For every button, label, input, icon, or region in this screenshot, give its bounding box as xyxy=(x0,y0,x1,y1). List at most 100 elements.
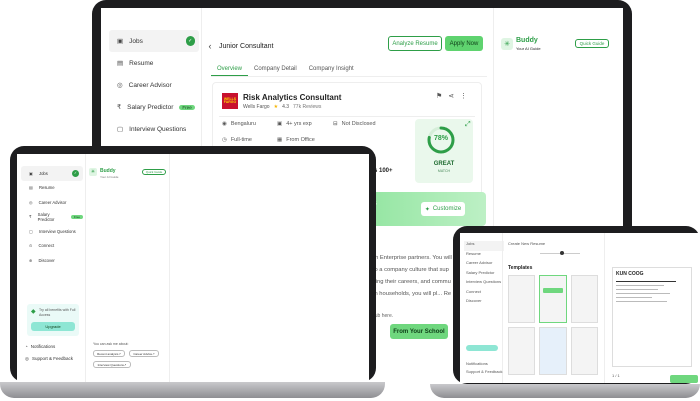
job-card-divider xyxy=(219,116,475,117)
company-logo: WELLS FARGO xyxy=(222,93,238,109)
left-sidebar-item-jobs[interactable]: ▣ Jobs ✓ xyxy=(21,166,83,181)
template-card[interactable] xyxy=(508,275,536,323)
left-quick-guide-button[interactable]: Quick Guide xyxy=(142,169,166,175)
sparkle-icon: ✦ xyxy=(424,206,430,213)
document-icon: ▤ xyxy=(117,60,124,67)
left-sidebar-item-connect[interactable]: ⊙ Connect xyxy=(21,239,83,254)
resume-lines xyxy=(616,281,676,305)
back-header: ‹ Junior Consultant xyxy=(205,36,485,56)
sidebar-item-label: Jobs xyxy=(38,170,48,176)
briefcase-icon: ▣ xyxy=(29,170,33,176)
sidebar-item-label: Interview Questions xyxy=(38,228,76,234)
right-sidebar-item[interactable]: Career Advisor xyxy=(464,260,504,270)
left-buddy-avatar-icon: ✳ xyxy=(89,168,97,176)
compass-icon: ◎ xyxy=(117,82,123,89)
back-arrow-icon[interactable]: ‹ xyxy=(205,41,215,51)
suggestion-recent-analysis[interactable]: Recent analysis ↗ xyxy=(93,350,125,357)
left-sidebar-item-career-advisor[interactable]: ◎ Career Advisor xyxy=(21,195,83,210)
back-sidebar-item-resume[interactable]: ▤ Resume xyxy=(109,52,199,74)
right-laptop-screen: Jobs Resume Career Advisor Salary Predictor… xyxy=(460,233,700,383)
tab-overview[interactable]: Overview xyxy=(211,62,249,76)
company-name: Wells Fargo xyxy=(243,104,270,110)
company-rating-row: Wells Fargo ★ 4.3 77k Reviews xyxy=(243,104,321,110)
back-sidebar-item-jobs[interactable]: ▣ Jobs ✓ xyxy=(109,30,199,52)
left-support[interactable]: ◎ Support & Feedback xyxy=(25,356,73,362)
templates-heading: Templates xyxy=(508,265,533,271)
share-icon[interactable]: ⋖ xyxy=(448,92,454,100)
briefcase-icon: ▣ xyxy=(117,38,124,45)
ask-text: You can ask me about: xyxy=(93,342,129,346)
back-sidebar-item-salary-predictor[interactable]: ₹ Salary Predictor Free xyxy=(109,96,199,118)
more-icon[interactable]: ⋮ xyxy=(460,92,467,100)
template-card[interactable] xyxy=(539,275,567,323)
back-sidebar-item-career-advisor[interactable]: ◎ Career Advisor xyxy=(109,74,199,96)
upgrade-button[interactable]: Upgrade xyxy=(31,322,75,331)
right-sidebar-item[interactable]: Jobs xyxy=(464,241,504,251)
arrow-icon: ↗ xyxy=(123,362,127,367)
star-icon: ★ xyxy=(273,104,279,110)
right-sidebar-item[interactable]: Connect xyxy=(464,289,504,299)
job-tabs: Overview Company Detail Company Insight xyxy=(211,62,487,77)
right-support[interactable]: Support & Feedback xyxy=(466,369,502,374)
right-sidebar-item[interactable]: Salary Predictor xyxy=(464,270,504,280)
sidebar-item-label: Career Advisor xyxy=(128,81,172,89)
left-notifications[interactable]: ◔ Notifications xyxy=(25,344,55,349)
right-sidebar-item[interactable]: Interview Questions xyxy=(464,279,504,289)
template-card[interactable] xyxy=(539,327,567,375)
sidebar-item-label: Jobs xyxy=(129,37,143,45)
template-card[interactable] xyxy=(508,327,536,375)
back-sidebar-item-interview-questions[interactable]: ▢ Interview Questions xyxy=(109,118,199,140)
right-laptop-base xyxy=(430,384,700,398)
rupee-icon: ₹ xyxy=(117,104,122,111)
match-label: GREAT xyxy=(433,161,455,167)
tab-company-insight[interactable]: Company Insight xyxy=(303,62,360,76)
building-icon: ▦ xyxy=(277,137,283,143)
company-rating: 4.3 xyxy=(282,104,290,110)
upgrade-text: Try all benefits with Full Access xyxy=(39,308,76,317)
stepper-dot xyxy=(560,251,564,255)
job-salary: ⊟ Not Disclosed xyxy=(333,121,376,127)
sidebar-item-label: Connect xyxy=(38,243,55,249)
left-sidebar-item-interview-questions[interactable]: ▢ Interview Questions xyxy=(21,224,83,239)
tab-company-detail[interactable]: Company Detail xyxy=(248,62,303,76)
left-buddy-title: Buddy xyxy=(100,168,116,174)
link-icon: ⊙ xyxy=(29,243,33,249)
job-actions: ⚑ ⋖ ⋮ xyxy=(436,92,467,100)
check-icon: ✓ xyxy=(71,169,79,177)
right-sidebar-item[interactable]: Resume xyxy=(464,251,504,261)
buddy-avatar-icon: ✳ xyxy=(501,38,513,50)
sidebar-item-label: Career Advisor xyxy=(38,199,67,205)
right-sidebar-item[interactable]: Discover xyxy=(464,298,504,308)
bookmark-icon[interactable]: ⚑ xyxy=(436,92,442,100)
customize-button[interactable]: ✦ Customize xyxy=(421,202,465,216)
sidebar-item-label: Interview Questions xyxy=(129,125,187,133)
free-badge: Free xyxy=(70,214,83,219)
left-sidebar-item-salary-predictor[interactable]: ₹ Salary Predictor Free xyxy=(21,210,83,225)
analyze-resume-button[interactable]: Analyze Resume xyxy=(388,36,442,51)
left-sidebar-item-resume[interactable]: ▤ Resume xyxy=(21,181,83,196)
arrow-icon: ↗ xyxy=(152,351,155,356)
back-sidebar: ▣ Jobs ✓ ▤ Resume ◎ Career Advisor ₹ Salary Pred… xyxy=(109,30,199,140)
suggestion-interview-questions[interactable]: Interview Questions ↗ xyxy=(93,361,131,368)
expand-icon[interactable]: ⤢ xyxy=(465,121,471,129)
template-card[interactable] xyxy=(570,327,598,375)
right-next-button[interactable] xyxy=(670,375,698,383)
document-icon: ▤ xyxy=(29,185,33,191)
money-icon: ⊟ xyxy=(333,121,338,127)
suggestion-career-advice[interactable]: Career Advice ↗ xyxy=(129,350,159,357)
compass-icon: ◎ xyxy=(29,199,33,205)
sidebar-item-label: Salary Predictor xyxy=(127,103,174,111)
right-preview-divider xyxy=(604,233,605,383)
right-upgrade-button[interactable] xyxy=(466,345,498,351)
right-header-title: Create New Resume xyxy=(508,241,546,246)
left-laptop-screen: ▣ Jobs ✓ ▤ Resume ◎ Career Advisor ₹ Salary Pred… xyxy=(17,154,369,382)
quick-guide-button[interactable]: Quick Guide xyxy=(575,39,609,48)
right-notifications[interactable]: Notifications xyxy=(466,361,488,366)
left-sidebar: ▣ Jobs ✓ ▤ Resume ◎ Career Advisor ₹ Salary Pred… xyxy=(21,166,83,268)
left-laptop-base xyxy=(0,382,385,398)
left-sidebar-item-discover[interactable]: ⊕ Discover xyxy=(21,253,83,268)
template-card[interactable] xyxy=(570,275,598,323)
sidebar-item-label: Salary Predictor xyxy=(37,211,55,222)
apply-now-button[interactable]: Apply Now xyxy=(445,36,483,51)
rupee-icon: ₹ xyxy=(29,214,32,220)
